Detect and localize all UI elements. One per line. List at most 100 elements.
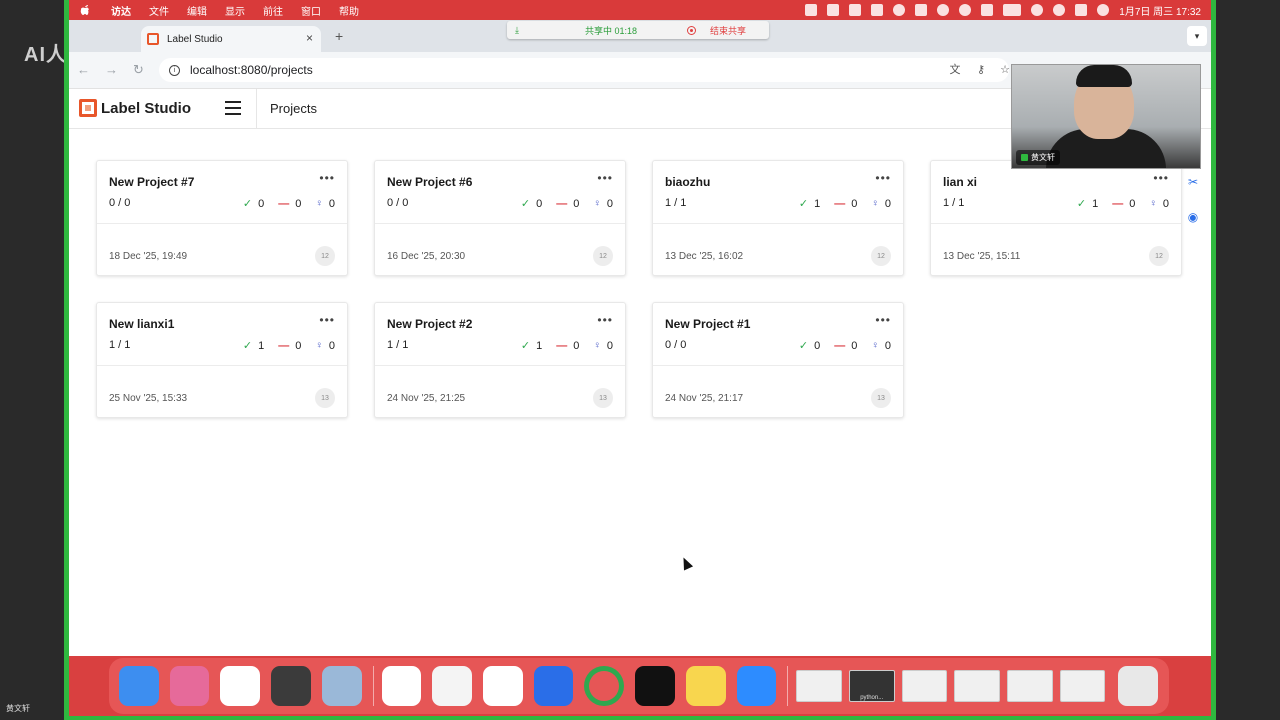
project-card[interactable]: New Project #6 ••• 0 / 0 ✓ 0 — 0 ♀ 0 16 Dec '25, …	[374, 160, 626, 276]
completed-count: 1	[1092, 197, 1099, 210]
completed-count: 0	[258, 197, 265, 210]
tray-icon[interactable]	[849, 4, 862, 16]
launchpad-app[interactable]	[169, 666, 210, 706]
skipped-count: 0	[573, 339, 580, 352]
label-studio-logo[interactable]: Label Studio	[79, 99, 191, 117]
battery-icon[interactable]	[1003, 4, 1022, 16]
tab-label-studio[interactable]: Label Studio ×	[141, 26, 321, 52]
completed-check-icon: ✓	[242, 340, 253, 352]
bookmark-star-icon[interactable]: ☆	[999, 64, 1011, 76]
notes-app[interactable]	[685, 666, 726, 706]
video-thumbnail[interactable]: 黄文轩	[1011, 64, 1201, 169]
record-app[interactable]	[584, 666, 625, 706]
project-card[interactable]: biaozhu ••• 1 / 1 ✓ 1 — 0 ♀ 0 13 Dec '25, 16:02 12	[652, 160, 904, 276]
play-icon[interactable]	[959, 4, 972, 16]
project-card[interactable]: New Project #2 ••• 1 / 1 ✓ 1 — 0 ♀ 0 24 Nov '25, …	[374, 302, 626, 418]
dock-window-thumbnail[interactable]: python...	[848, 670, 895, 702]
project-title[interactable]: New Project #1	[665, 317, 750, 331]
menu-view[interactable]: 显示	[225, 3, 245, 18]
zoom-app[interactable]	[736, 666, 777, 706]
predictions-count: 0	[606, 339, 613, 352]
wifi-icon[interactable]	[1031, 4, 1044, 16]
tab-title: Label Studio	[167, 33, 223, 45]
new-tab-button[interactable]: +	[335, 28, 343, 44]
menu-hamburger-icon[interactable]	[225, 101, 241, 115]
more-options-icon[interactable]: •••	[597, 171, 613, 185]
project-title[interactable]: New Project #7	[109, 175, 194, 189]
assistant-icon[interactable]: ◉	[1185, 210, 1201, 226]
dock-window-thumbnail[interactable]	[796, 670, 842, 702]
skipped-count: 0	[295, 197, 302, 210]
menu-help[interactable]: 帮助	[339, 3, 359, 18]
menu-finder[interactable]: 访达	[111, 3, 131, 18]
trash-icon[interactable]	[1118, 666, 1158, 706]
dock-window-thumbnail[interactable]	[954, 670, 1000, 702]
url-text[interactable]: localhost:8080/projects	[190, 63, 313, 77]
project-title[interactable]: New Project #2	[387, 317, 472, 331]
translate-icon[interactable]: 文	[949, 64, 961, 76]
task-ratio: 0 / 0	[387, 197, 409, 209]
wps-tray-icon[interactable]	[827, 4, 840, 16]
project-card[interactable]: lian xi ••• 1 / 1 ✓ 1 — 0 ♀ 0 13 Dec '25, 15:11 12	[930, 160, 1182, 276]
feishu-app[interactable]	[533, 666, 574, 706]
wps-app[interactable]	[482, 666, 523, 706]
key-icon[interactable]: ⚷	[975, 64, 987, 76]
project-title[interactable]: biaozhu	[665, 175, 710, 189]
project-card[interactable]: New lianxi1 ••• 1 / 1 ✓ 1 — 0 ♀ 0 25 Nov '25, 15:…	[96, 302, 348, 418]
address-bar[interactable]: i localhost:8080/projects	[159, 58, 1009, 82]
task-ratio: 1 / 1	[109, 339, 131, 351]
input-method-icon[interactable]	[981, 4, 994, 16]
moon-icon[interactable]	[937, 4, 950, 16]
menu-window[interactable]: 窗口	[301, 3, 321, 18]
tab-search-button[interactable]: ▾	[1187, 26, 1207, 46]
apple-icon[interactable]	[77, 2, 93, 18]
card-divider	[653, 223, 903, 224]
more-options-icon[interactable]: •••	[319, 313, 335, 327]
more-options-icon[interactable]: •••	[597, 313, 613, 327]
chrome-app[interactable]	[220, 666, 261, 706]
more-options-icon[interactable]: •••	[1153, 171, 1169, 185]
predictions-count: 0	[328, 339, 335, 352]
stop-share-button[interactable]: 结束共享	[710, 24, 746, 37]
tray-icon[interactable]	[805, 4, 818, 16]
dock-window-thumbnail[interactable]	[1059, 670, 1106, 702]
more-options-icon[interactable]: •••	[319, 171, 335, 185]
finder-app[interactable]	[119, 666, 159, 706]
project-title[interactable]: New Project #6	[387, 175, 472, 189]
back-arrow-icon[interactable]: ←	[77, 62, 90, 77]
site-info-icon[interactable]: i	[169, 64, 180, 76]
textedit-app[interactable]	[432, 666, 472, 706]
card-divider	[931, 223, 1181, 224]
completed-count: 0	[536, 197, 543, 210]
terminal-app[interactable]	[635, 666, 675, 706]
more-options-icon[interactable]: •••	[875, 171, 891, 185]
feishu-tray-icon[interactable]	[871, 4, 884, 16]
baidu-tray-icon[interactable]	[893, 4, 906, 16]
dock-window-thumbnail[interactable]	[901, 670, 948, 702]
siri-icon[interactable]	[1097, 4, 1110, 16]
scissors-icon[interactable]: ✂	[1185, 175, 1201, 191]
project-title[interactable]: lian xi	[943, 175, 977, 189]
control-center-icon[interactable]	[1075, 4, 1088, 16]
project-card[interactable]: New Project #1 ••• 0 / 0 ✓ 0 — 0 ♀ 0 24 Nov '25, …	[652, 302, 904, 418]
menu-go[interactable]: 前往	[263, 3, 283, 18]
reload-icon[interactable]: ↻	[133, 62, 144, 78]
dock-window-thumbnail[interactable]	[1006, 670, 1053, 702]
tray-icon[interactable]	[915, 4, 928, 16]
more-options-icon[interactable]: •••	[875, 313, 891, 327]
sublime-app[interactable]	[271, 666, 311, 706]
search-icon[interactable]	[1053, 4, 1066, 16]
preview-app[interactable]	[321, 666, 362, 706]
baidu-netdisk-app[interactable]	[381, 666, 422, 706]
download-icon[interactable]: ⤓	[515, 25, 525, 36]
project-card[interactable]: New Project #7 ••• 0 / 0 ✓ 0 — 0 ♀ 0 18 Dec '25, …	[96, 160, 348, 276]
menu-file[interactable]: 文件	[149, 3, 169, 18]
presenter-name: 黄文轩	[6, 704, 30, 713]
project-title[interactable]: New lianxi1	[109, 317, 174, 331]
forward-arrow-icon[interactable]: →	[105, 62, 118, 77]
menu-edit[interactable]: 编辑	[187, 3, 207, 18]
tab-close-icon[interactable]: ×	[306, 31, 313, 45]
menubar-clock[interactable]: 1月7日 周三 17:32	[1119, 3, 1201, 18]
project-stats: ✓ 1 — 0 ♀ 0	[521, 339, 613, 353]
mouse-cursor-icon	[678, 555, 694, 571]
